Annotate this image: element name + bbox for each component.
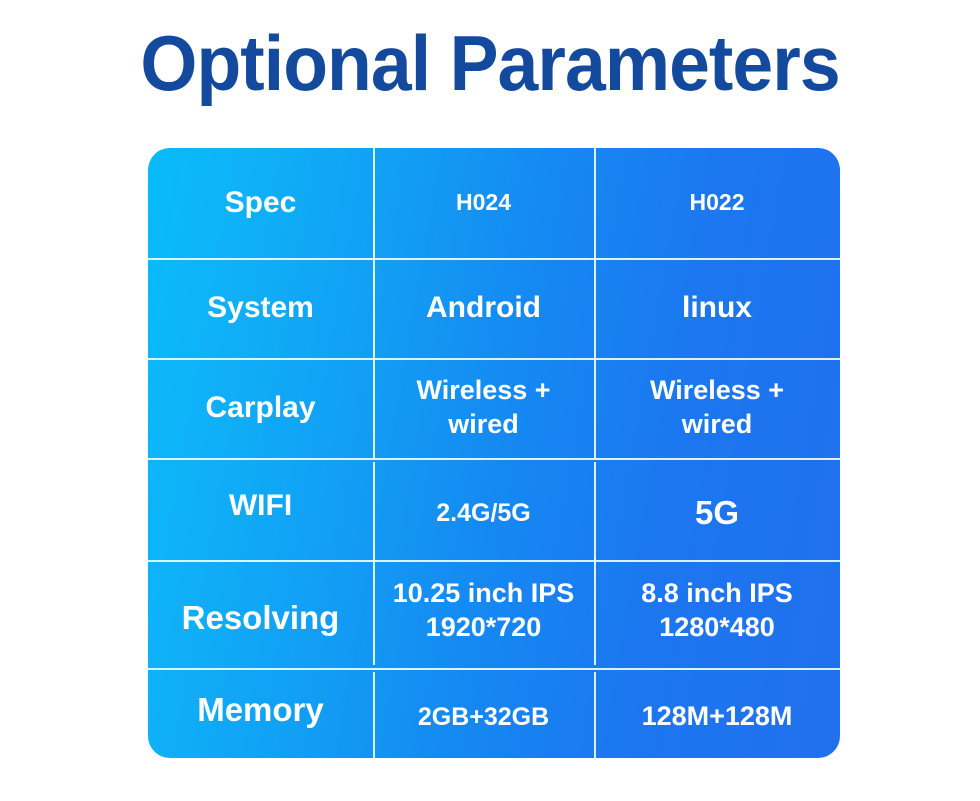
table-row-resolving: Resolving 10.25 inch IPS 1920*720 8.8 in… — [148, 557, 840, 668]
cell-resolving-h024: 10.25 inch IPS 1920*720 — [373, 557, 594, 665]
table-row-system: System Android linux — [148, 258, 840, 358]
cell-system-h022: linux — [594, 258, 840, 358]
page-title: Optional Parameters — [140, 19, 840, 107]
cell-memory-h024: 2GB+32GB — [373, 672, 594, 758]
cell-memory-h022: 128M+128M — [594, 672, 840, 758]
table-row-spec: Spec H024 H022 — [148, 148, 840, 258]
specification-table: Spec H024 H022 System Android linux Carp… — [148, 148, 840, 758]
cell-wifi-h022: 5G — [594, 462, 840, 564]
cell-resolving-h022: 8.8 inch IPS 1280*480 — [594, 557, 840, 665]
column-header-h022: H022 — [594, 148, 840, 258]
row-label-wifi: WIFI — [228, 489, 293, 523]
cell-wifi-h024: 2.4G/5G — [373, 462, 594, 564]
row-label-carplay: Carplay — [205, 391, 316, 425]
cell-carplay-h022: Wireless + wired — [594, 358, 840, 458]
table-row-carplay: Carplay Wireless + wired Wireless + wire… — [148, 358, 840, 458]
page-root: Optional Parameters Spec H024 H022 Syste… — [0, 0, 980, 801]
row-label-memory: Memory — [197, 690, 324, 728]
table-row-wifi: WIFI 2.4G/5G 5G — [148, 458, 840, 564]
table-row-memory: Memory 2GB+32GB 128M+128M — [148, 668, 840, 758]
cell-carplay-h024: Wireless + wired — [373, 358, 594, 458]
row-label-spec: Spec — [224, 186, 297, 220]
cell-system-h024: Android — [373, 258, 594, 358]
column-header-h024: H024 — [373, 148, 594, 258]
row-label-resolving: Resolving — [181, 598, 340, 636]
row-label-system: System — [207, 291, 314, 325]
